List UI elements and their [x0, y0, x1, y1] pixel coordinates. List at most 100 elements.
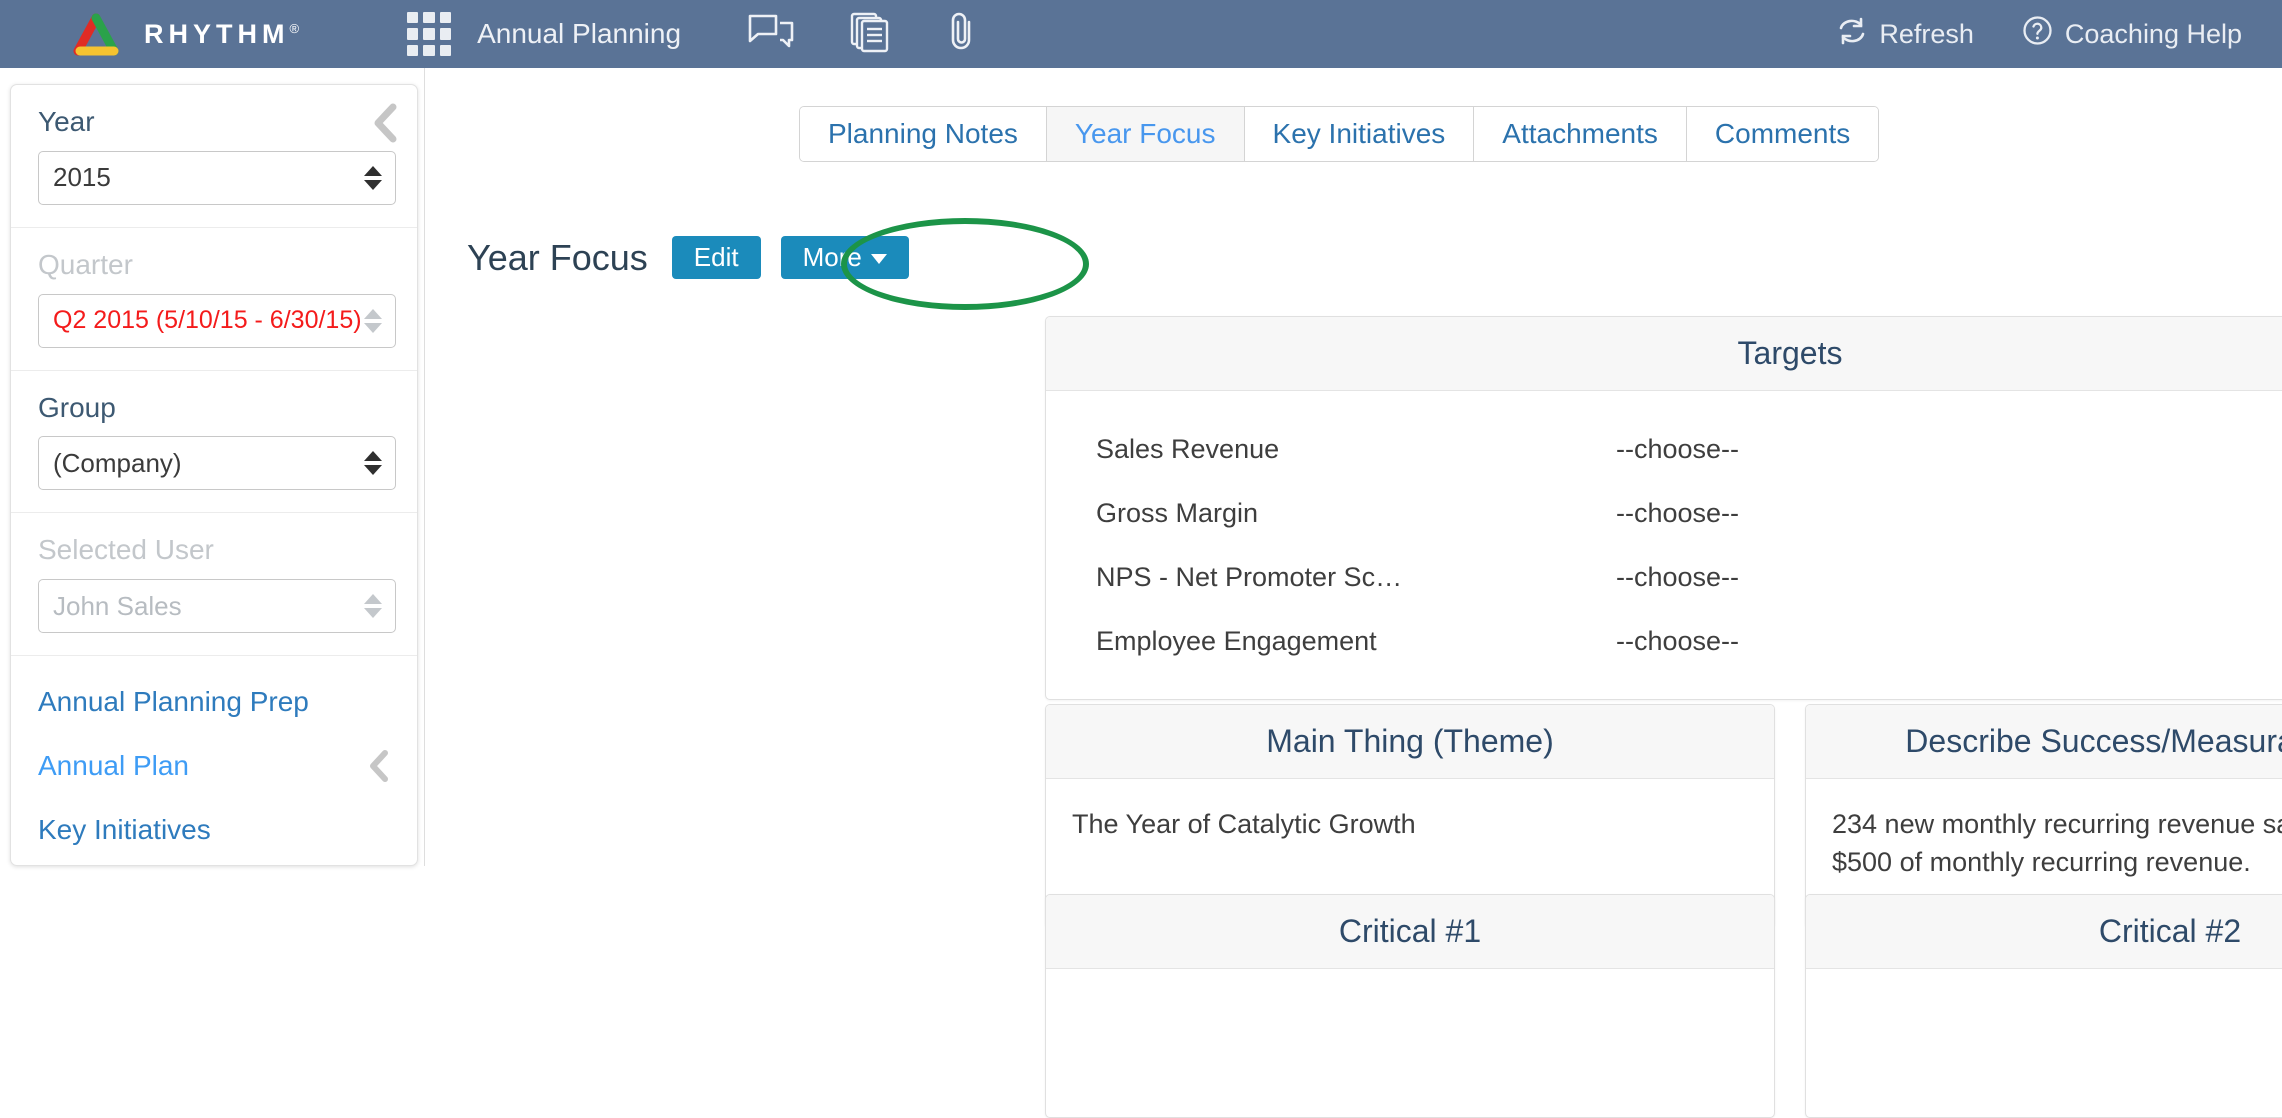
- brand[interactable]: RHYTHM®: [70, 11, 299, 57]
- grid-cell: [439, 44, 452, 56]
- sidebar-field-selected-user: Selected User John Sales: [11, 513, 417, 657]
- stepper-arrows-icon[interactable]: [364, 165, 382, 190]
- critical-row: Critical #1 Critical #2: [1045, 894, 2282, 1118]
- chevron-down-icon: [870, 254, 887, 264]
- more-label: More: [802, 242, 862, 272]
- grid-cell: [407, 28, 419, 40]
- edit-label: Edit: [693, 242, 739, 272]
- tab-bar: Planning Notes Year Focus Key Initiative…: [799, 106, 1880, 162]
- table-row: Employee Engagement --choose--: [1072, 609, 2282, 673]
- tab-planning-notes[interactable]: Planning Notes: [800, 107, 1047, 161]
- tab-label: Planning Notes: [828, 118, 1018, 149]
- grid-cell: [423, 28, 435, 40]
- sidebar-item-key-initiatives[interactable]: Key Initiatives: [11, 798, 417, 862]
- tab-comments[interactable]: Comments: [1686, 107, 1879, 161]
- target-value-select[interactable]: --choose--: [1616, 498, 1739, 529]
- table-row: Sales Revenue --choose--: [1072, 417, 2282, 481]
- describe-success-panel-title: Describe Success/Measurable Target: [1905, 723, 2282, 759]
- critical-2-panel: Critical #2: [1805, 894, 2282, 1118]
- sidebar-collapse-chevron-left-icon[interactable]: [369, 101, 401, 145]
- main-content: Planning Notes Year Focus Key Initiative…: [424, 68, 2282, 1118]
- arrow-down-icon: [364, 179, 382, 190]
- header-actions: Refresh Coaching Help: [1837, 0, 2242, 68]
- target-value-select[interactable]: --choose--: [1616, 434, 1739, 465]
- sidebar-item-label: Key Initiatives: [38, 814, 211, 846]
- coaching-help-button[interactable]: Coaching Help: [2022, 15, 2242, 53]
- critical-1-panel-header: Critical #1: [1046, 895, 1774, 969]
- chevron-left-icon: [367, 748, 391, 784]
- target-value-select[interactable]: --choose--: [1616, 562, 1739, 593]
- sidebar-field-group: Group (Company): [11, 371, 417, 514]
- critical-1-panel-body: [1046, 969, 1774, 1117]
- quarter-select[interactable]: Q2 2015 (5/10/15 - 6/30/15): [38, 293, 396, 348]
- app-title: Annual Planning: [477, 18, 682, 49]
- critical-2-text: [1832, 995, 2282, 1091]
- refresh-button[interactable]: Refresh: [1837, 17, 1974, 52]
- group-select[interactable]: (Company): [38, 436, 396, 491]
- describe-success-panel-header: Describe Success/Measurable Target: [1806, 705, 2282, 779]
- rhythm-logo-icon: [70, 11, 122, 57]
- top-header-bar: RHYTHM® Annual Planning Refresh Coaching…: [0, 0, 2282, 68]
- year-select[interactable]: 2015: [38, 150, 396, 205]
- chat-icon[interactable]: [747, 12, 795, 57]
- grid-cell: [423, 44, 435, 56]
- tab-label: Attachments: [1502, 118, 1658, 149]
- tab-year-focus[interactable]: Year Focus: [1046, 107, 1245, 161]
- main-thing-text: The Year of Catalytic Growth: [1072, 809, 1416, 839]
- trademark-symbol: ®: [289, 20, 300, 36]
- refresh-icon: [1837, 17, 1867, 52]
- year-label: Year: [38, 106, 95, 137]
- quarter-value: Q2 2015 (5/10/15 - 6/30/15): [53, 306, 362, 335]
- arrow-up-icon: [364, 308, 382, 319]
- grid-cell: [407, 12, 419, 24]
- tab-label: Key Initiatives: [1272, 118, 1446, 149]
- targets-panel: Targets Sales Revenue --choose-- Gross M…: [1045, 316, 2282, 700]
- sidebar-item-label: Annual Plan: [38, 750, 190, 782]
- grid-cell: [439, 28, 452, 40]
- group-value: (Company): [53, 447, 182, 478]
- page-body: Year 2015 Quarter Q2 2015 (5/10/15 - 6/3…: [0, 68, 2282, 1118]
- table-row: Gross Margin --choose--: [1072, 481, 2282, 545]
- title-toolbar: Year Focus Edit More: [439, 236, 929, 279]
- arrow-up-icon: [364, 594, 382, 605]
- arrow-down-icon: [364, 322, 382, 333]
- stepper-arrows-icon: [364, 308, 382, 333]
- stepper-arrows-icon[interactable]: [364, 451, 382, 476]
- targets-panel-header: Targets: [1046, 317, 2282, 391]
- refresh-label: Refresh: [1879, 18, 1974, 49]
- tab-attachments[interactable]: Attachments: [1474, 107, 1687, 161]
- target-name: NPS - Net Promoter Sc…: [1096, 561, 1403, 592]
- grid-cell: [439, 12, 452, 24]
- target-name: Gross Margin: [1096, 497, 1259, 528]
- arrow-up-icon: [364, 165, 382, 176]
- tab-label: Comments: [1714, 118, 1851, 149]
- main-thing-panel-header: Main Thing (Theme): [1046, 705, 1774, 779]
- documents-icon[interactable]: [849, 11, 893, 58]
- grid-cell: [423, 12, 435, 24]
- tab-key-initiatives[interactable]: Key Initiatives: [1244, 107, 1475, 161]
- describe-success-text: 234 new monthly recurring revenue sales …: [1832, 809, 2282, 878]
- attachment-icon[interactable]: [947, 10, 977, 59]
- critical-2-panel-title: Critical #2: [2098, 913, 2242, 949]
- critical-1-panel-title: Critical #1: [1338, 913, 1482, 949]
- target-value-select[interactable]: --choose--: [1616, 626, 1739, 657]
- target-name: Sales Revenue: [1096, 433, 1280, 464]
- apps-grid-icon[interactable]: [407, 12, 452, 56]
- table-row: NPS - Net Promoter Sc… --choose--: [1072, 545, 2282, 609]
- sidebar-item-label: Annual Planning Prep: [38, 686, 309, 718]
- edit-button[interactable]: Edit: [671, 236, 761, 279]
- selected-user-label: Selected User: [38, 534, 214, 566]
- more-button[interactable]: More: [780, 236, 909, 279]
- sidebar-item-annual-plan[interactable]: Annual Plan: [11, 734, 417, 798]
- coaching-help-label: Coaching Help: [2064, 18, 2242, 49]
- arrow-up-icon: [364, 451, 382, 462]
- year-value: 2015: [53, 162, 111, 193]
- sidebar: Year 2015 Quarter Q2 2015 (5/10/15 - 6/3…: [10, 84, 418, 866]
- header-icon-group: [747, 10, 977, 59]
- arrow-down-icon: [364, 465, 382, 476]
- brand-name: RHYTHM®: [144, 18, 300, 49]
- sidebar-nav: Annual Planning Prep Annual Plan Key Ini…: [11, 656, 417, 862]
- sidebar-item-annual-planning-prep[interactable]: Annual Planning Prep: [11, 670, 417, 734]
- critical-2-panel-body: [1806, 969, 2282, 1117]
- sidebar-field-quarter: Quarter Q2 2015 (5/10/15 - 6/30/15): [11, 228, 417, 371]
